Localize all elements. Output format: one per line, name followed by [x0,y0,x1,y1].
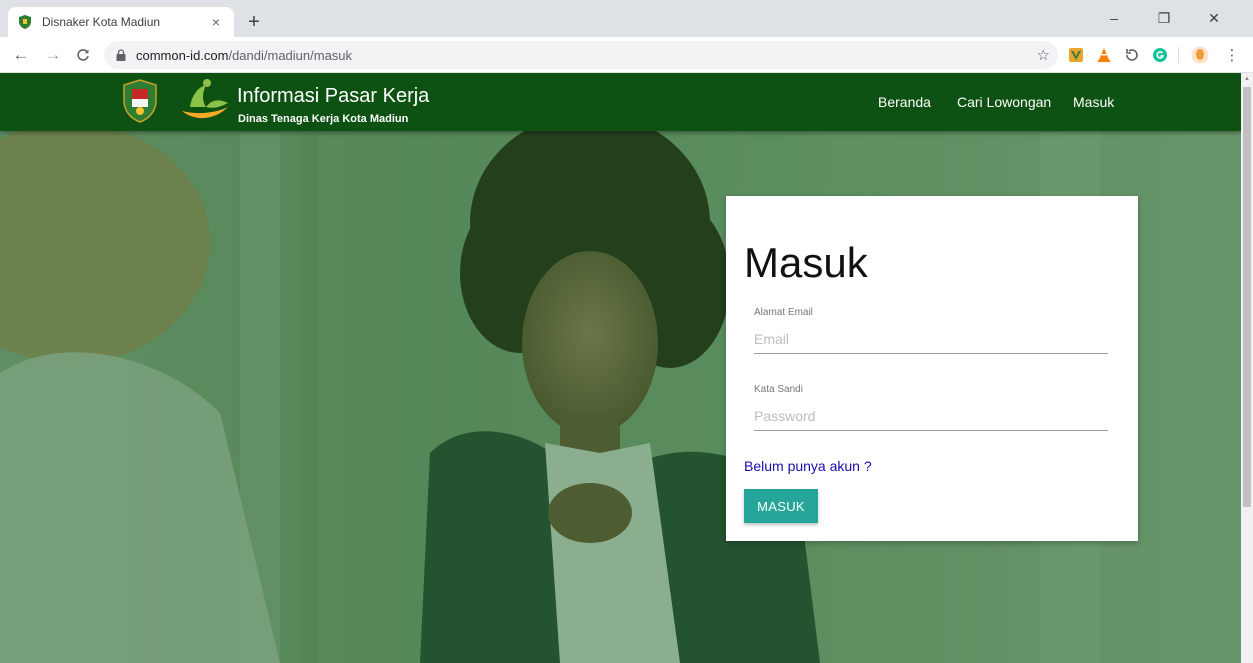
password-label: Kata Sandi [754,384,803,395]
back-arrow-icon[interactable]: ← [10,44,32,66]
tab-title: Disnaker Kota Madiun [42,15,161,29]
shield-favicon-icon [18,15,32,29]
email-label: Alamat Email [754,307,813,318]
kota-madiun-logo[interactable] [123,79,157,123]
site-header: Informasi Pasar Kerja Dinas Tenaga Kerja… [0,73,1241,131]
toolbar-separator [1178,47,1179,63]
maximize-icon[interactable]: ❐ [1147,6,1181,30]
forward-arrow-icon[interactable]: → [42,44,64,66]
new-tab-icon[interactable]: + [242,10,266,34]
address-bar[interactable]: common-id.com/dandi/madiun/masuk ☆ [104,41,1058,69]
history-extension-icon[interactable] [1122,45,1142,65]
nav-link-cari-lowongan[interactable]: Cari Lowongan [957,94,1051,110]
scrollbar-thumb[interactable] [1243,87,1251,507]
grammarly-extension-icon[interactable] [1150,45,1170,65]
site-subtitle: Dinas Tenaga Kerja Kota Madiun [238,113,409,125]
scroll-up-arrow-icon[interactable]: ▲ [1243,75,1251,83]
nav-link-masuk[interactable]: Masuk [1073,94,1114,110]
profile-avatar-icon[interactable] [1190,45,1210,65]
disnaker-logo[interactable] [176,77,234,125]
window-close-icon[interactable]: ✕ [1197,6,1231,30]
chrome-menu-icon[interactable]: ⋮ [1222,45,1242,65]
bookmark-star-icon[interactable]: ☆ [1037,46,1050,64]
page-viewport: Informasi Pasar Kerja Dinas Tenaga Kerja… [0,73,1241,663]
lock-icon [116,49,128,61]
browser-toolbar: ← → common-id.com/dandi/madiun/masuk ☆ ⋮ [0,37,1253,73]
login-card: Masuk Alamat Email Kata Sandi Belum puny… [726,196,1138,541]
login-submit-button[interactable]: MASUK [744,489,818,523]
password-field[interactable] [754,401,1108,431]
email-field[interactable] [754,324,1108,354]
url-host: common-id.com [136,47,229,63]
tab-close-icon[interactable]: × [208,14,224,30]
site-title[interactable]: Informasi Pasar Kerja [237,85,429,108]
vivaldi-extension-icon[interactable] [1066,45,1086,65]
url-text: common-id.com/dandi/madiun/masuk [136,48,352,63]
vlc-extension-icon[interactable] [1094,45,1114,65]
page-scrollbar[interactable]: ▲ [1241,73,1253,663]
browser-tabstrip: Disnaker Kota Madiun × + – ❐ ✕ [0,0,1253,37]
url-path: /dandi/madiun/masuk [228,47,353,63]
nav-link-beranda[interactable]: Beranda [878,94,931,110]
reload-icon[interactable] [72,44,94,66]
login-title: Masuk [744,239,868,286]
signup-link[interactable]: Belum punya akun ? [744,458,872,474]
minimize-icon[interactable]: – [1097,6,1131,30]
browser-tab[interactable]: Disnaker Kota Madiun × [8,7,234,37]
